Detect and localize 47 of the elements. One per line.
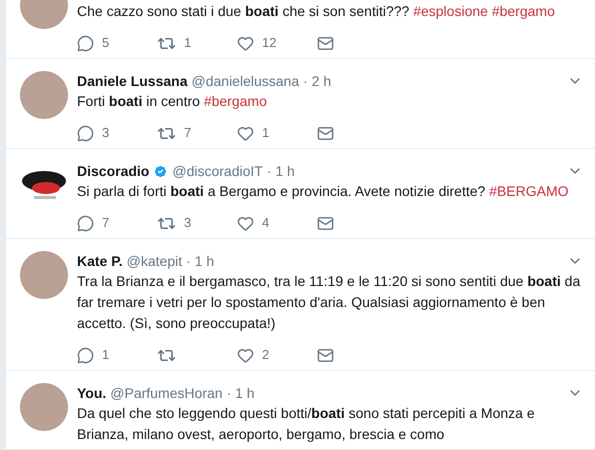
author-handle[interactable]: @katepit xyxy=(126,250,182,272)
count: 4 xyxy=(262,214,270,232)
hashtag-link[interactable]: #bergamo xyxy=(204,93,267,109)
reply-button[interactable] xyxy=(77,346,94,364)
avatar[interactable] xyxy=(20,251,68,299)
mail-button[interactable] xyxy=(317,346,334,364)
reply-button[interactable] xyxy=(77,124,94,142)
mail-button[interactable] xyxy=(317,214,334,232)
hashtag-link[interactable]: #bergamo xyxy=(492,3,555,19)
author-handle[interactable]: @ParfumesHoran xyxy=(110,382,223,404)
tweet-time: · 1 h xyxy=(226,384,255,402)
like-button[interactable] xyxy=(237,346,254,364)
like-button[interactable] xyxy=(237,124,254,142)
tweet-time: · 1 h xyxy=(186,252,214,270)
tweet-time: · 1 h xyxy=(266,162,295,180)
author-handle[interactable]: @danielelussana xyxy=(192,70,300,92)
tweet-text: Forti boati in centro #bergamo xyxy=(77,92,268,111)
author-name[interactable]: Discoradio xyxy=(77,160,150,182)
avatar[interactable] xyxy=(20,71,68,119)
reply-button[interactable] xyxy=(77,214,94,232)
mail-button[interactable] xyxy=(317,34,334,52)
tweet-time: · 2 h xyxy=(303,72,332,90)
reply-button[interactable] xyxy=(77,34,94,52)
count: 3 xyxy=(184,214,192,232)
count: 7 xyxy=(102,214,110,232)
author-name[interactable]: You. xyxy=(77,382,106,404)
count: 5 xyxy=(102,34,110,52)
count: 2 xyxy=(262,346,270,364)
tweet-text: Da quel che sto leggendo questi botti/boati sono stati percepiti a Monza e Brianza, milano ovest, aeroporto, bergamo, brescia e como xyxy=(77,404,536,444)
count: 1 xyxy=(262,124,270,142)
author-handle[interactable]: @discoradioIT xyxy=(172,160,263,182)
author-name[interactable]: Daniele Lussana xyxy=(77,70,188,92)
author-name[interactable]: Kate P. xyxy=(77,250,123,272)
like-button[interactable] xyxy=(237,34,254,52)
tweet-text: Tra la Brianza e il bergamasco, tra le 11:19 e le 11:20 si sono sentiti due boati da far tremare i vetri per lo spostamento d'aria. Qualsiasi aggiornamento è ben accetto. (Sì, sono preoccupata!) xyxy=(77,272,582,333)
mail-button[interactable] xyxy=(317,124,334,142)
count: 7 xyxy=(184,124,192,142)
hashtag-link[interactable]: #esplosione xyxy=(413,3,488,19)
tweet-text: Che cazzo sono stati i due boati che si son sentiti??? #esplosione #bergamo xyxy=(77,2,556,21)
tweet-text: Si parla di forti boati a Bergamo e provincia. Avete notizie dirette? #BERGAMO xyxy=(77,182,570,201)
like-button[interactable] xyxy=(237,214,254,232)
count: 3 xyxy=(102,124,110,142)
count: 12 xyxy=(262,34,276,52)
avatar[interactable] xyxy=(20,383,68,431)
count: 1 xyxy=(184,34,192,52)
count: 1 xyxy=(102,346,110,364)
hashtag-link[interactable]: #BERGAMO xyxy=(489,183,569,199)
